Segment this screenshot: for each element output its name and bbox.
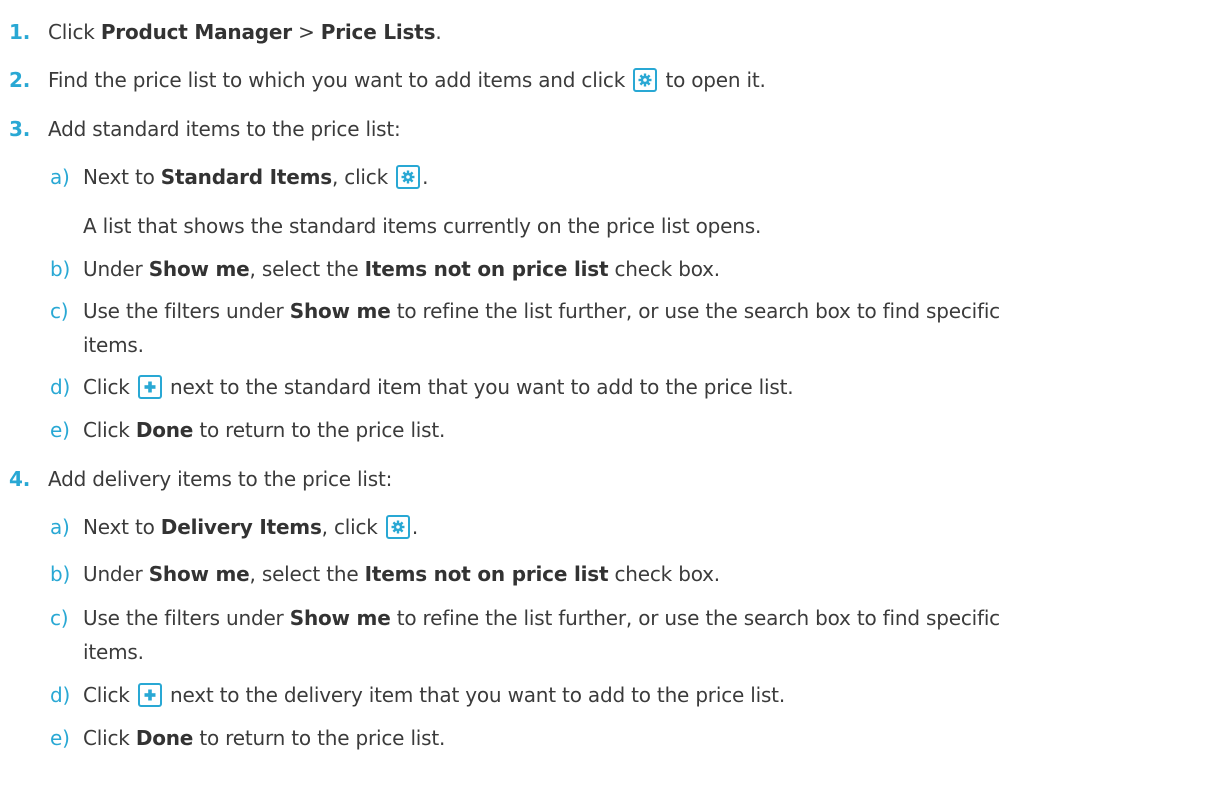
substep-letter: a) (50, 515, 70, 539)
step-text: Add delivery items to the price list: (48, 467, 393, 491)
substep-letter: e) (50, 726, 70, 750)
show-me-label: Show me (148, 257, 250, 281)
substep-text: Click next to the delivery item that you… (83, 683, 785, 707)
substep-text: Use the filters under Show me to refine … (83, 299, 1000, 323)
substep-text: Click Done to return to the price list. (83, 418, 446, 442)
gear-icon (633, 68, 658, 92)
substep-letter: a) (50, 165, 70, 189)
substep-letter: d) (50, 375, 71, 399)
plus-icon (137, 375, 162, 399)
show-me-label: Show me (289, 299, 391, 323)
substep-text: Next to Standard Items, click . (83, 165, 429, 189)
gear-icon (396, 165, 421, 189)
plus-icon (137, 683, 162, 707)
step-number: 3. (9, 117, 31, 141)
step-text: Find the price list to which you want to… (48, 68, 766, 92)
menu-product-manager: Product Manager (100, 20, 292, 44)
substep-letter: d) (50, 683, 71, 707)
menu-price-lists: Price Lists (320, 20, 436, 44)
substep-text: Click Done to return to the price list. (83, 726, 446, 750)
substep-text: Use the filters under Show me to refine … (83, 606, 1000, 630)
step-text: Click Product Manager > Price Lists. (48, 20, 442, 44)
done-label: Done (135, 726, 194, 750)
substep-letter: c) (50, 299, 69, 323)
items-not-on-price-list-label: Items not on price list (364, 257, 609, 281)
substep-text: Under Show me, select the Items not on p… (83, 257, 720, 281)
step-number: 4. (9, 467, 31, 491)
gear-icon (385, 515, 410, 539)
substep-text-continued: items. (83, 640, 144, 664)
note-text: A list that shows the standard items cur… (83, 214, 762, 238)
substep-letter: b) (50, 257, 71, 281)
show-me-label: Show me (148, 562, 250, 586)
step-text: Add standard items to the price list: (48, 117, 401, 141)
delivery-items-label: Delivery Items (160, 515, 322, 539)
items-not-on-price-list-label: Items not on price list (364, 562, 609, 586)
substep-letter: e) (50, 418, 70, 442)
substep-text: Under Show me, select the Items not on p… (83, 562, 720, 586)
show-me-label: Show me (289, 606, 391, 630)
substep-text: Click next to the standard item that you… (83, 375, 794, 399)
standard-items-label: Standard Items (160, 165, 332, 189)
done-label: Done (135, 418, 194, 442)
step-number: 1. (9, 20, 31, 44)
substep-text-continued: items. (83, 333, 144, 357)
substep-letter: c) (50, 606, 69, 630)
substep-text: Next to Delivery Items, click . (83, 515, 418, 539)
step-number: 2. (9, 68, 31, 92)
substep-letter: b) (50, 562, 71, 586)
